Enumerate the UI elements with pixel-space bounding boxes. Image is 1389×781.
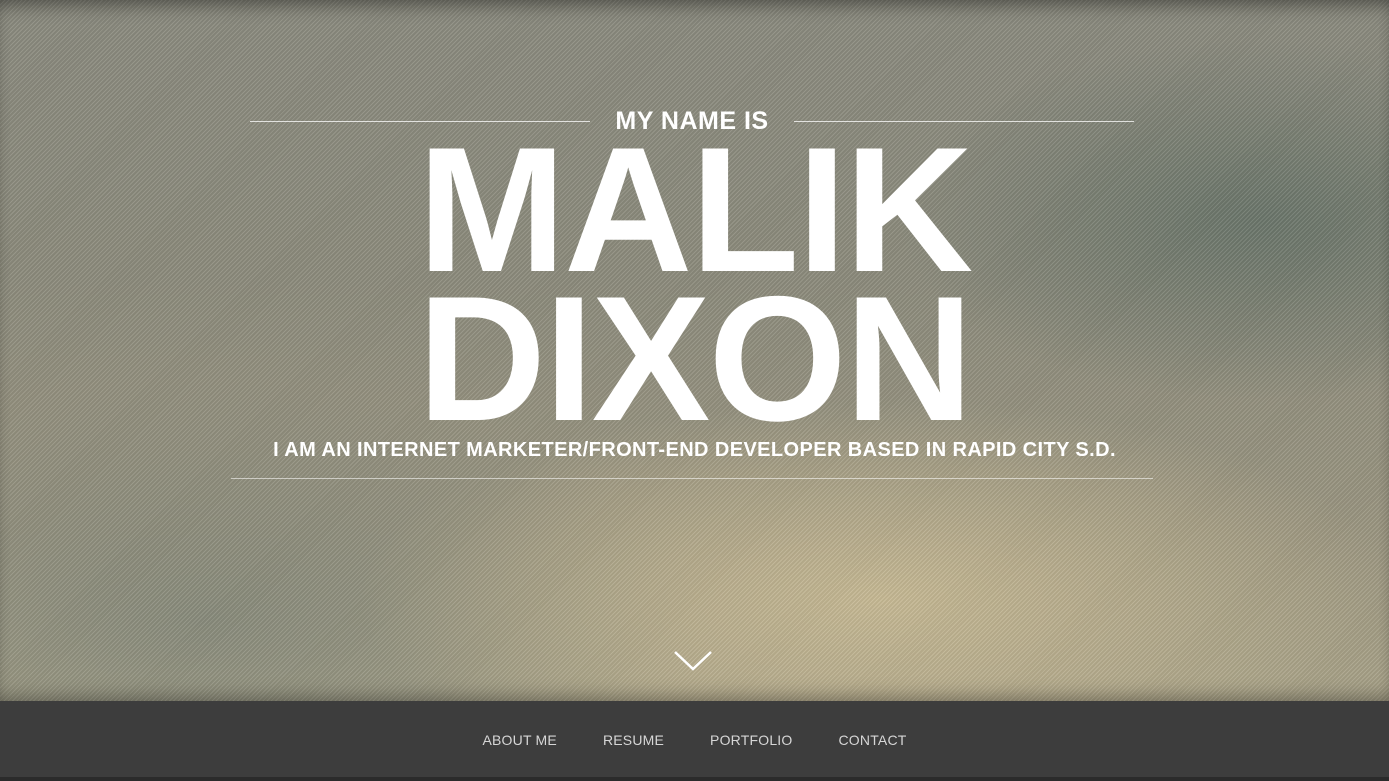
nav-item-resume[interactable]: RESUME — [603, 732, 664, 748]
main-nav: ABOUT ME RESUME PORTFOLIO CONTACT — [0, 701, 1389, 781]
nav-item-portfolio[interactable]: PORTFOLIO — [710, 732, 792, 748]
tagline: I AM AN INTERNET MARKETER/FRONT-END DEVE… — [273, 439, 1116, 461]
last-name-heading: DIXON — [417, 259, 974, 458]
nav-item-about-me[interactable]: ABOUT ME — [482, 732, 556, 748]
hero-section: MY NAME IS MALIK DIXON I AM AN INTERNET … — [0, 0, 1389, 701]
scroll-down-button[interactable] — [672, 648, 714, 674]
nav-list: ABOUT ME RESUME PORTFOLIO CONTACT — [0, 732, 1389, 748]
tagline-divider — [231, 478, 1153, 479]
chevron-down-icon — [674, 651, 712, 671]
page: MY NAME IS MALIK DIXON I AM AN INTERNET … — [0, 0, 1389, 781]
nav-item-contact[interactable]: CONTACT — [839, 732, 907, 748]
